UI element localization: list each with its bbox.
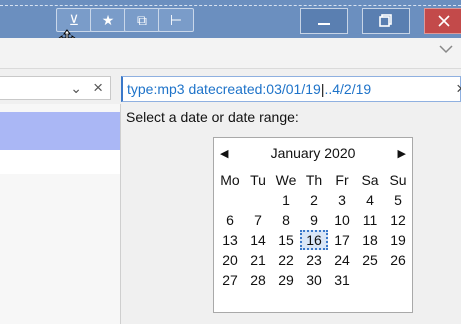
calendar-month-title[interactable]: January 2020 (214, 145, 412, 161)
calendar: ◀ January 2020 ▶ Mo Tu We Th Fr Sa Su 1 2 3 4 5 6 7 8 9… (213, 137, 413, 313)
close-window-button[interactable] (424, 8, 461, 34)
calendar-day[interactable]: 14 (244, 230, 272, 250)
maximize-button[interactable] (362, 8, 410, 34)
address-clear-icon[interactable]: × (93, 78, 103, 98)
calendar-day[interactable]: 26 (384, 250, 412, 270)
calendar-day[interactable]: 21 (244, 250, 272, 270)
calendar-day[interactable]: 18 (356, 230, 384, 250)
calendar-header: ◀ January 2020 ▶ (214, 144, 412, 164)
calendar-day[interactable]: 4 (356, 190, 384, 210)
expand-ribbon-icon[interactable] (439, 44, 453, 54)
calendar-empty-cell (216, 190, 244, 210)
calendar-day[interactable]: 22 (272, 250, 300, 270)
calendar-day[interactable]: 24 (328, 250, 356, 270)
date-filter-popup: Select a date or date range: ◀ January 2… (121, 104, 461, 324)
title-bar-dashed-line (0, 5, 461, 6)
address-dropdown-icon[interactable]: ⌄ (70, 80, 82, 97)
calendar-day[interactable]: 17 (328, 230, 356, 250)
calendar-day[interactable]: 20 (216, 250, 244, 270)
calendar-day[interactable]: 12 (384, 210, 412, 230)
calendar-day[interactable]: 9 (300, 210, 328, 230)
search-clear-icon[interactable]: × (456, 79, 461, 99)
title-bar: ⊻ ★ ⧉ ⊢ (0, 0, 461, 49)
properties-icon: ⊻ (68, 11, 80, 28)
weekday-header: Tu (250, 172, 266, 188)
calendar-day[interactable]: 13 (216, 230, 244, 250)
weekday-header: Su (389, 172, 407, 188)
weekday-header: Th (305, 172, 323, 188)
calendar-day[interactable]: 10 (328, 210, 356, 230)
calendar-day[interactable]: 15 (272, 230, 300, 250)
calendar-day[interactable]: 6 (216, 210, 244, 230)
calendar-day[interactable]: 25 (356, 250, 384, 270)
ribbon-strip (0, 38, 461, 69)
minimize-icon (318, 23, 330, 25)
calendar-day[interactable]: 5 (384, 190, 412, 210)
next-month-icon[interactable]: ▶ (398, 147, 406, 160)
search-input[interactable]: type:mp3 datecreated:03/01/19|..4/2/19 × (121, 76, 461, 102)
calendar-day[interactable]: 19 (384, 230, 412, 250)
weekday-header: Mo (220, 172, 240, 188)
maximize-icon (379, 14, 392, 27)
list-row[interactable] (0, 150, 120, 174)
address-bar[interactable]: ⌄ × (0, 76, 111, 100)
calendar-empty-cell (244, 190, 272, 210)
calendar-day[interactable]: 23 (300, 250, 328, 270)
minimize-button[interactable] (300, 8, 348, 34)
calendar-day[interactable]: 11 (356, 210, 384, 230)
new-folder-icon: ⧉ (137, 11, 147, 28)
pin-star-icon: ★ (101, 11, 115, 28)
calendar-day[interactable]: 8 (272, 210, 300, 230)
rename-icon: ⊢ (169, 11, 183, 28)
calendar-day[interactable]: 29 (272, 270, 300, 290)
calendar-day[interactable]: 31 (328, 270, 356, 290)
calendar-day[interactable]: 7 (244, 210, 272, 230)
calendar-empty-cell (384, 270, 412, 290)
close-icon (438, 15, 450, 27)
calendar-day[interactable]: 30 (300, 270, 328, 290)
weekday-header: Sa (361, 172, 379, 188)
calendar-day[interactable]: 16 (300, 230, 328, 250)
calendar-grid: Mo Tu We Th Fr Sa Su 1 2 3 4 5 6 7 8 9 10 11 12 13 14 15 16 17 1… (216, 170, 412, 290)
calendar-empty-cell (356, 270, 384, 290)
new-folder-button[interactable]: ⧉ (124, 8, 160, 32)
rename-button[interactable]: ⊢ (158, 8, 194, 32)
weekday-header: We (275, 172, 297, 188)
calendar-day[interactable]: 3 (328, 190, 356, 210)
date-prompt: Select a date or date range: (126, 109, 299, 125)
search-query: type:mp3 datecreated:03/01/19|..4/2/19 (127, 81, 372, 97)
calendar-day[interactable]: 1 (272, 190, 300, 210)
weekday-header: Fr (335, 172, 349, 188)
selected-row[interactable] (0, 112, 120, 150)
pin-button[interactable]: ★ (90, 8, 126, 32)
calendar-day[interactable]: 27 (216, 270, 244, 290)
calendar-day[interactable]: 28 (244, 270, 272, 290)
calendar-day[interactable]: 2 (300, 190, 328, 210)
file-list-pane (0, 104, 121, 324)
